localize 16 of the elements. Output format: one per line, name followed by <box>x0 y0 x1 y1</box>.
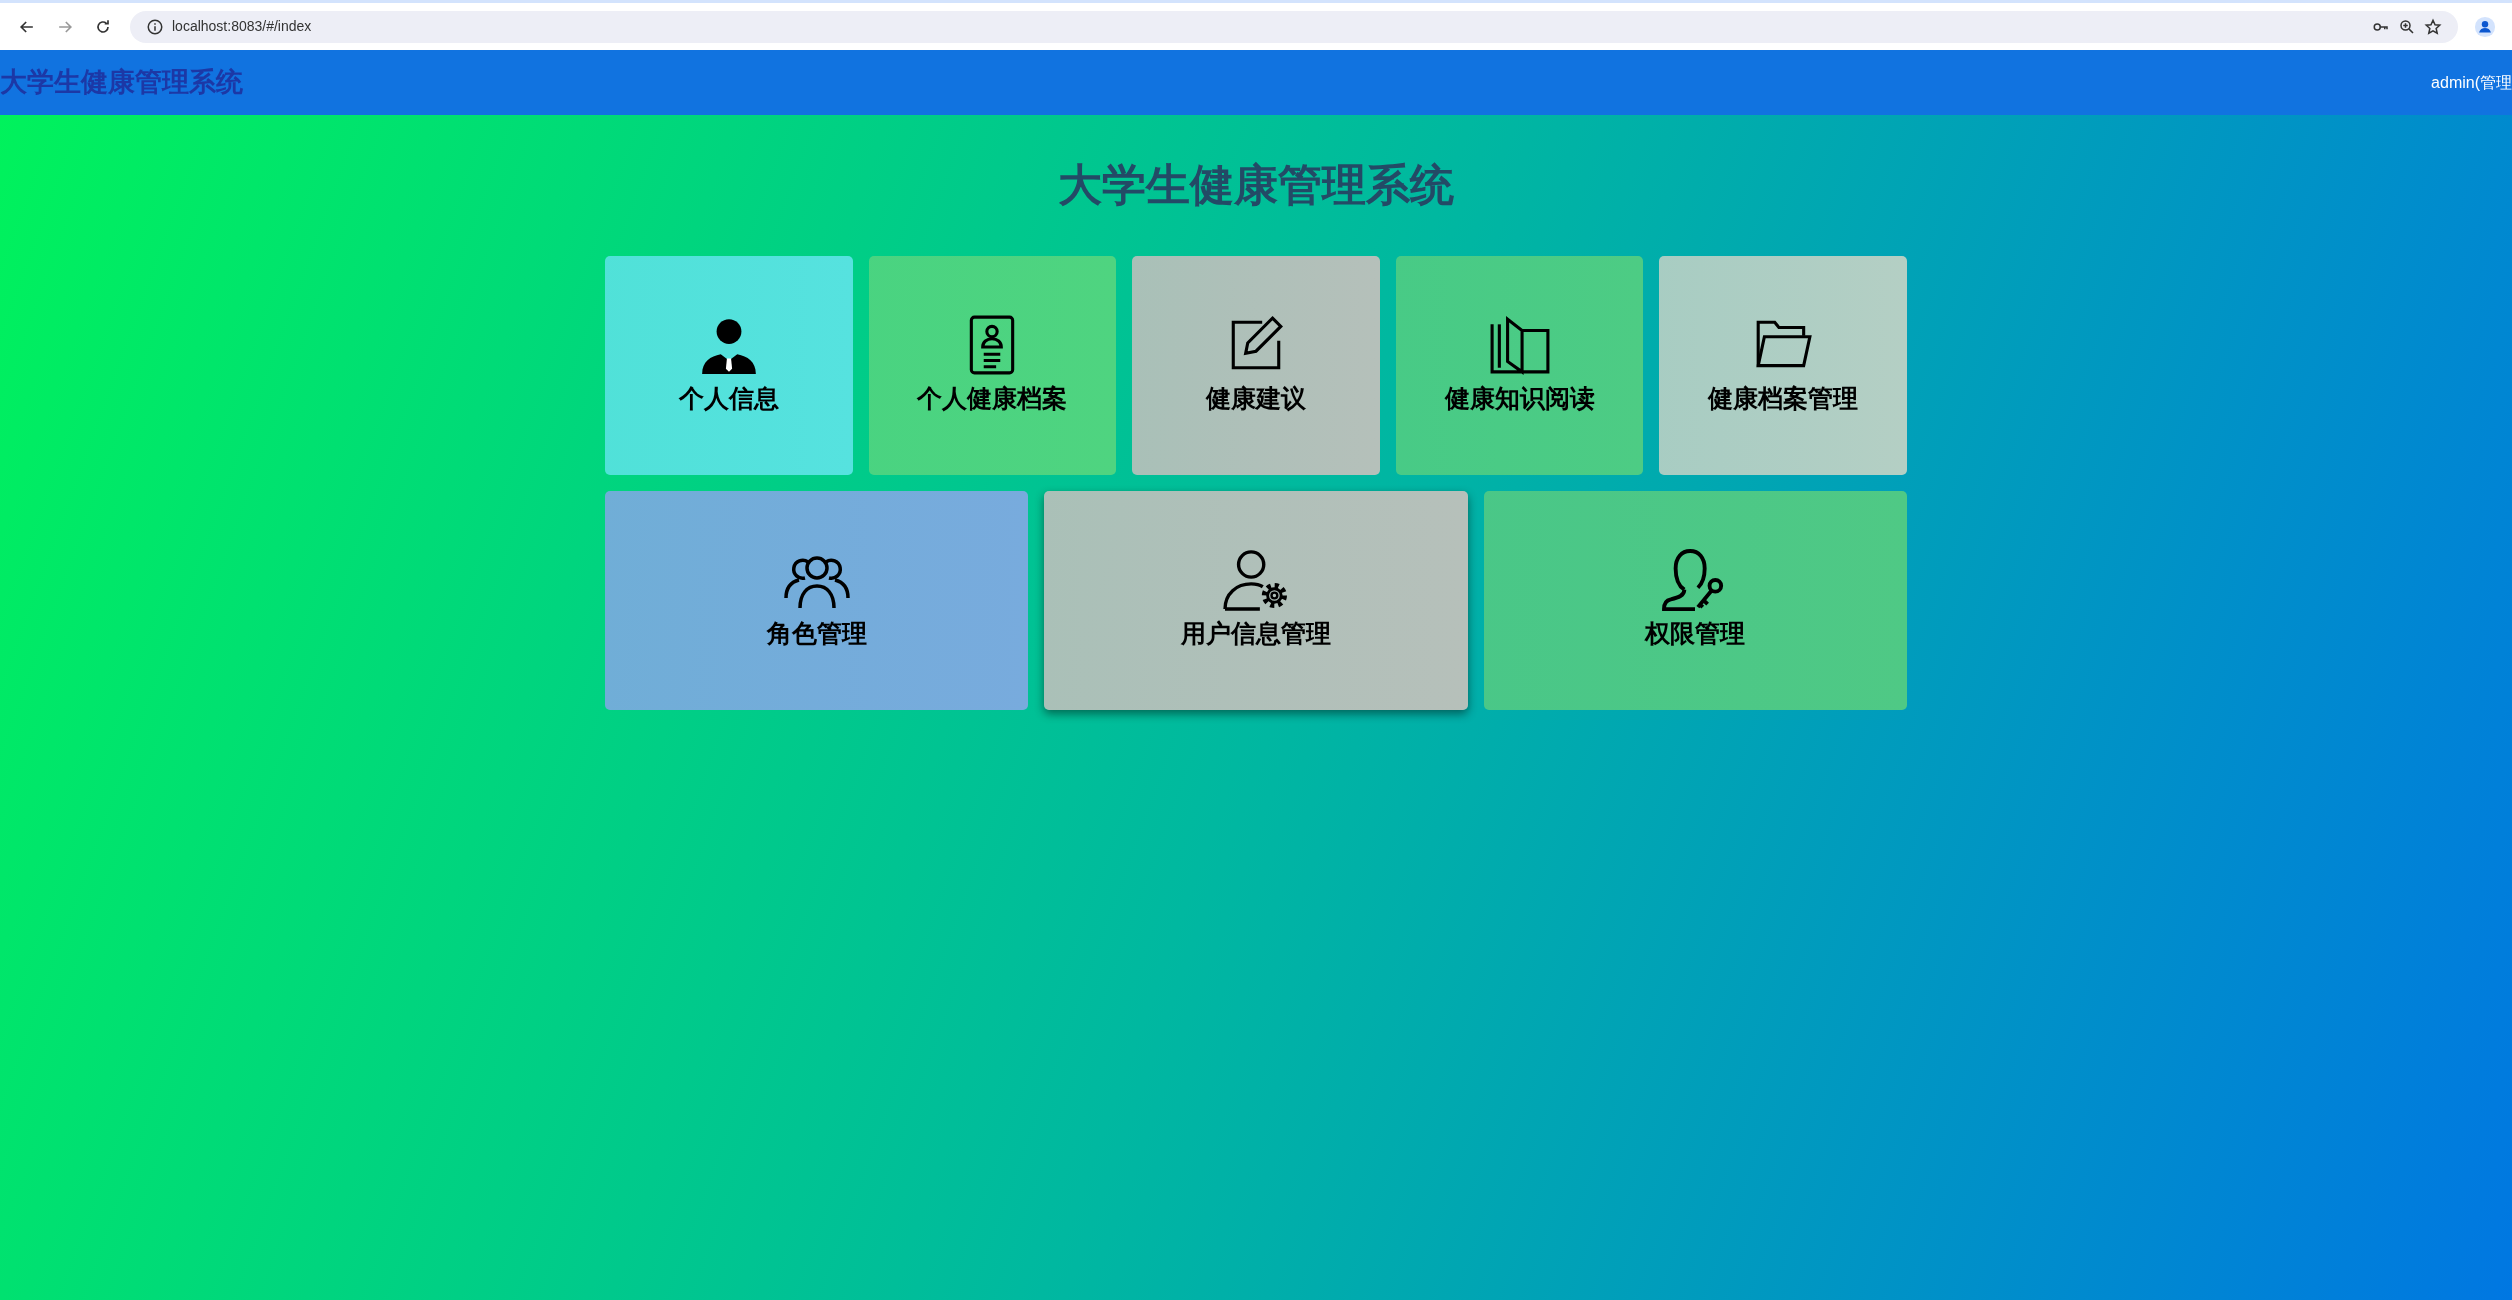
menu-tile[interactable]: 权限管理 <box>1483 490 1907 710</box>
menu-tile[interactable]: 健康档案管理 <box>1659 255 1907 475</box>
url-text[interactable]: localhost:8083/#/index <box>172 16 312 37</box>
menu-tile[interactable]: 个人健康档案 <box>868 255 1117 475</box>
user-menu[interactable]: admin(管理 <box>2431 70 2512 95</box>
menu-tile[interactable]: 健康知识阅读 <box>1395 255 1644 475</box>
menu-tile[interactable]: 个人信息 <box>605 255 853 475</box>
profile-icon[interactable] <box>2474 15 2496 38</box>
menu-tile[interactable]: 健康建议 <box>1132 255 1380 475</box>
menu-tile[interactable]: 角色管理 <box>605 490 1029 710</box>
star-icon[interactable] <box>2424 17 2442 36</box>
site-info-icon[interactable] <box>146 17 164 36</box>
zoom-icon[interactable] <box>2398 17 2416 36</box>
page-title: 大学生健康管理系统 <box>1057 158 1455 212</box>
app-title: 大学生健康管理系统 <box>0 65 243 100</box>
menu-tile[interactable]: 用户信息管理 <box>1044 490 1468 710</box>
